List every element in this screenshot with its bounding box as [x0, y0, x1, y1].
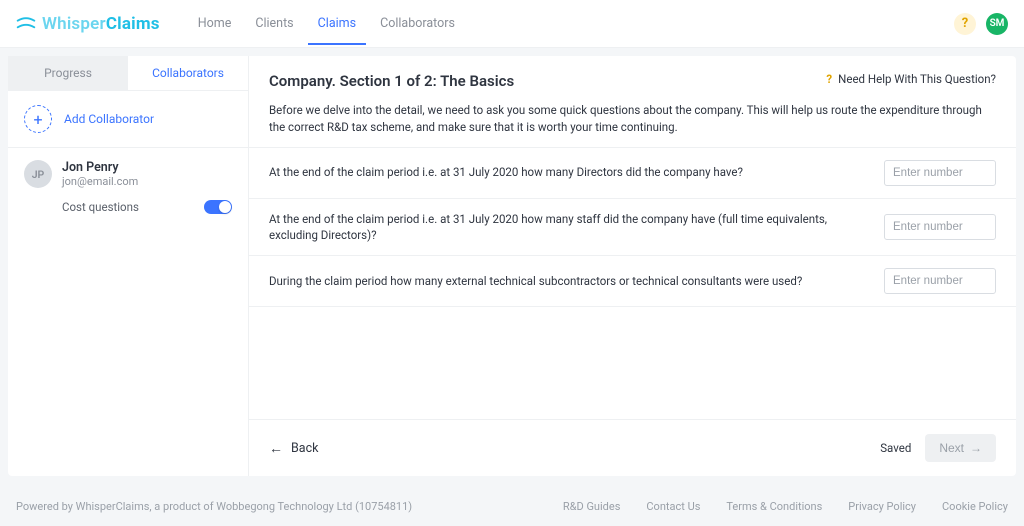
tab-collaborators[interactable]: Collaborators — [128, 56, 248, 90]
add-collaborator-icon: + — [24, 105, 52, 133]
footer-link-contact[interactable]: Contact Us — [646, 500, 700, 513]
question-list: At the end of the claim period i.e. at 3… — [249, 147, 1016, 307]
question-row: At the end of the claim period i.e. at 3… — [249, 148, 1016, 199]
nav-claims[interactable]: Claims — [308, 2, 366, 45]
question-mark-icon: ? — [826, 72, 832, 86]
arrow-right-icon: → — [970, 441, 982, 455]
next-label: Next — [939, 441, 964, 455]
collaborator-name: Jon Penry — [62, 160, 138, 175]
nav-home[interactable]: Home — [188, 2, 242, 45]
collaborator-item[interactable]: JP Jon Penry jon@email.com — [8, 148, 248, 194]
section-intro: Before we delve into the detail, we need… — [249, 102, 1016, 147]
collaborator-email: jon@email.com — [62, 175, 138, 188]
question-text: At the end of the claim period i.e. at 3… — [269, 211, 868, 243]
add-collaborator-label: Add Collaborator — [64, 112, 154, 126]
directors-input[interactable] — [884, 160, 996, 186]
cost-questions-label: Cost questions — [62, 200, 139, 214]
footer-links: R&D Guides Contact Us Terms & Conditions… — [563, 500, 1008, 513]
top-nav: WhisperClaims Home Clients Claims Collab… — [0, 0, 1024, 48]
help-icon[interactable]: ? — [954, 13, 976, 35]
footer-link-guides[interactable]: R&D Guides — [563, 500, 621, 513]
question-text: During the claim period how many externa… — [269, 273, 868, 289]
question-row: During the claim period how many externa… — [249, 256, 1016, 307]
section-title: Company. Section 1 of 2: The Basics — [269, 72, 514, 90]
back-label: Back — [291, 441, 318, 456]
nav-clients[interactable]: Clients — [245, 2, 303, 45]
toggle-knob — [219, 201, 231, 213]
cost-questions-toggle[interactable] — [204, 200, 232, 214]
footer-link-privacy[interactable]: Privacy Policy — [848, 500, 916, 513]
sidebar-tabs: Progress Collaborators — [8, 56, 248, 91]
collaborator-meta: Jon Penry jon@email.com — [62, 160, 138, 188]
add-collaborator-row[interactable]: + Add Collaborator — [8, 91, 248, 148]
collaborator-avatar: JP — [24, 160, 52, 188]
subcontractors-input[interactable] — [884, 268, 996, 294]
main-header: Company. Section 1 of 2: The Basics ? Ne… — [249, 56, 1016, 102]
sidebar: Progress Collaborators + Add Collaborato… — [8, 56, 249, 476]
next-button[interactable]: Next → — [925, 434, 996, 462]
staff-input[interactable] — [884, 214, 996, 240]
saved-status: Saved — [880, 441, 911, 455]
nav-links: Home Clients Claims Collaborators — [188, 2, 465, 45]
need-help-label: Need Help With This Question? — [838, 72, 996, 86]
question-row: At the end of the claim period i.e. at 3… — [249, 199, 1016, 256]
nav-collaborators[interactable]: Collaborators — [370, 2, 465, 45]
user-avatar[interactable]: SM — [986, 13, 1008, 35]
powered-by: Powered by WhisperClaims, a product of W… — [16, 500, 412, 513]
arrow-left-icon: ← — [269, 440, 283, 457]
footer-link-cookies[interactable]: Cookie Policy — [942, 500, 1008, 513]
page-footer: Powered by WhisperClaims, a product of W… — [0, 486, 1024, 526]
need-help-link[interactable]: ? Need Help With This Question? — [826, 72, 996, 86]
nav-actions: ? SM — [954, 13, 1008, 35]
footer-link-terms[interactable]: Terms & Conditions — [726, 500, 822, 513]
tab-progress[interactable]: Progress — [8, 56, 128, 90]
brand-text: WhisperClaims — [42, 14, 160, 34]
brand[interactable]: WhisperClaims — [16, 14, 160, 34]
cost-questions-row: Cost questions — [8, 194, 248, 226]
question-text: At the end of the claim period i.e. at 3… — [269, 164, 868, 180]
back-button[interactable]: ← Back — [269, 440, 318, 457]
brand-icon — [16, 17, 36, 31]
main-panel: Company. Section 1 of 2: The Basics ? Ne… — [249, 56, 1016, 476]
main-footer: ← Back Saved Next → — [249, 419, 1016, 476]
content-shell: Progress Collaborators + Add Collaborato… — [8, 56, 1016, 476]
